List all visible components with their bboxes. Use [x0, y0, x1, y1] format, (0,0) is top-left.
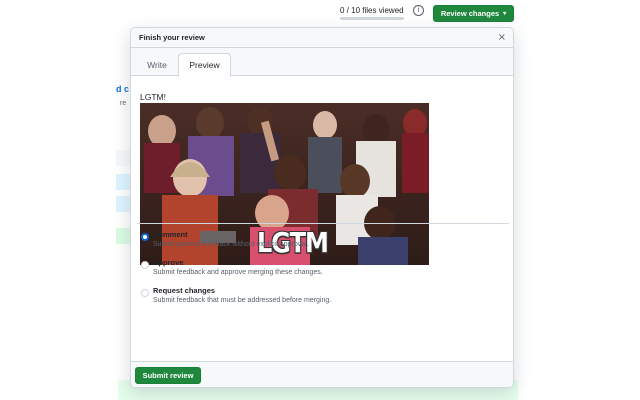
- option-label: Approve: [153, 258, 184, 267]
- option-description: Submit general feedback without explicit…: [153, 241, 309, 248]
- review-changes-label: Review changes: [440, 9, 500, 18]
- option-request-changes[interactable]: Request changes Submit feedback that mus…: [140, 286, 510, 314]
- top-toolbar: 0 / 10 files viewed i Review changes ▾: [0, 0, 640, 28]
- close-icon[interactable]: ×: [498, 32, 506, 43]
- dialog-header: Finish your review ×: [131, 28, 513, 48]
- request-changes-radio[interactable]: [141, 289, 149, 297]
- dialog-divider: [137, 223, 509, 224]
- background-file-text: re: [120, 100, 127, 107]
- tab-preview[interactable]: Preview: [178, 53, 231, 77]
- comment-radio[interactable]: [141, 233, 149, 241]
- info-icon[interactable]: i: [413, 5, 424, 16]
- files-viewed-counter: 0 / 10 files viewed: [340, 6, 404, 15]
- approve-radio[interactable]: [141, 261, 149, 269]
- finish-review-dialog: Finish your review × Write Preview LGTM!: [130, 27, 514, 388]
- editor-tabs: Write Preview: [131, 48, 513, 77]
- chevron-down-icon: ▾: [503, 11, 507, 17]
- option-label: Comment: [153, 230, 188, 239]
- review-type-options: Comment Submit general feedback without …: [140, 230, 510, 314]
- option-label: Request changes: [153, 286, 216, 295]
- preview-text: LGTM!: [140, 92, 166, 102]
- background-file-heading: d c: [116, 84, 130, 94]
- option-approve[interactable]: Approve Submit feedback and approve merg…: [140, 258, 510, 286]
- review-changes-button[interactable]: Review changes ▾: [433, 5, 514, 22]
- option-comment[interactable]: Comment Submit general feedback without …: [140, 230, 510, 258]
- tab-write[interactable]: Write: [137, 53, 177, 77]
- files-viewed-progress: [340, 17, 404, 20]
- option-description: Submit feedback that must be addressed b…: [153, 297, 332, 304]
- submit-review-button[interactable]: Submit review: [135, 367, 201, 384]
- dialog-title: Finish your review: [139, 33, 205, 42]
- dialog-footer: Submit review: [131, 361, 513, 387]
- option-description: Submit feedback and approve merging thes…: [153, 269, 323, 276]
